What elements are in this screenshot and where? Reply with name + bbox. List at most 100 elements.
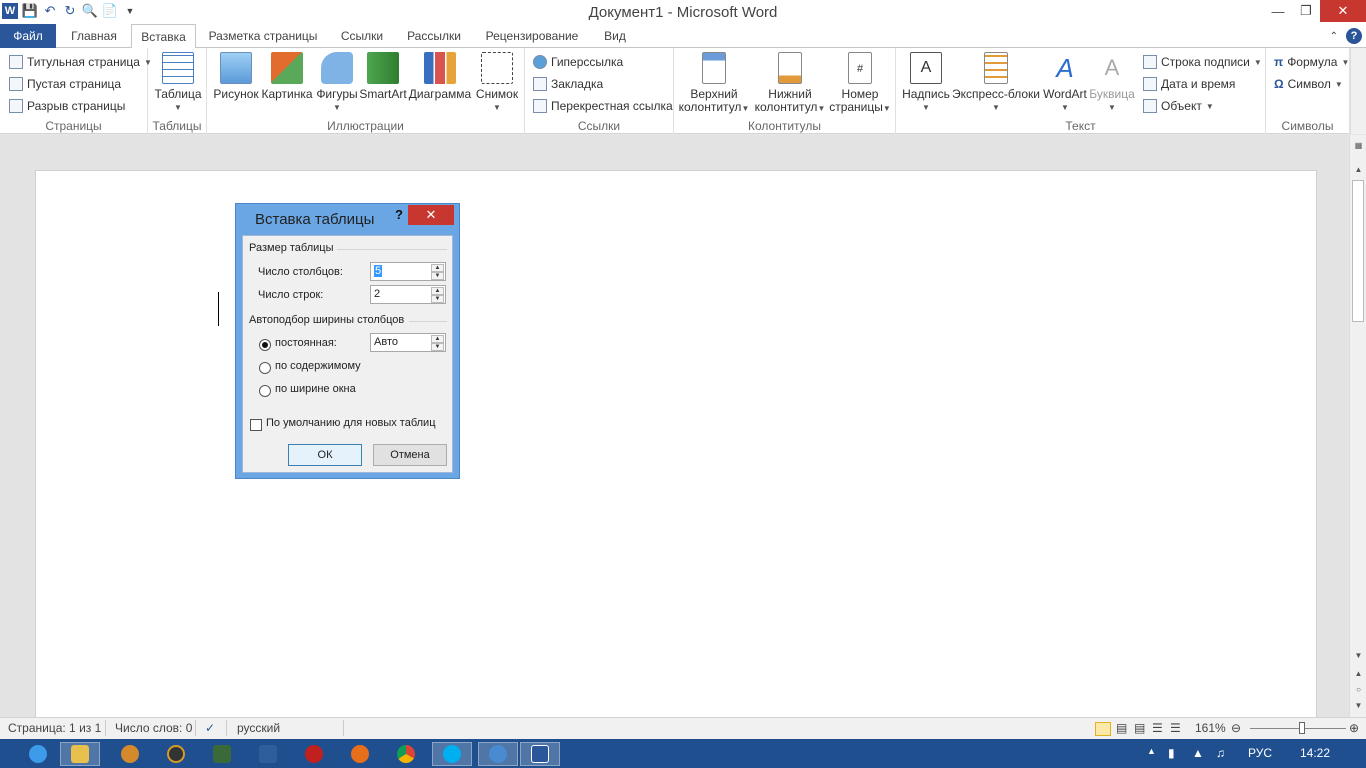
signature-line-button[interactable]: Строка подписи ▼ (1143, 55, 1262, 69)
symbol-button[interactable]: Ω Символ ▼ (1274, 77, 1343, 91)
full-screen-reading-icon[interactable]: ▤ (1116, 721, 1127, 735)
ok-button[interactable]: ОК (288, 444, 362, 466)
collapse-ribbon-icon[interactable]: ⌃ (1330, 31, 1338, 42)
columns-up-icon[interactable]: ▲ (431, 264, 444, 272)
clock[interactable]: 14:22 (1300, 746, 1330, 760)
zoom-level[interactable]: 161% (1195, 721, 1226, 735)
browse-object-icon[interactable]: ○ (1350, 685, 1366, 694)
default-for-new-tables-checkbox[interactable] (250, 419, 262, 431)
columns-value[interactable]: 5 (374, 265, 383, 277)
hyperlink-button[interactable]: Гиперссылка (533, 55, 623, 69)
app-icon-2[interactable] (156, 742, 196, 766)
restore-button[interactable]: ❐ (1292, 0, 1320, 22)
rows-down-icon[interactable]: ▼ (431, 295, 444, 303)
table-button[interactable]: Таблица ▼ (154, 52, 202, 114)
autofit-content-label[interactable]: по содержимому (275, 360, 361, 372)
quick-parts-button[interactable]: Экспресс-блоки ▼ (952, 52, 1040, 114)
page-number-button[interactable]: # Номер страницы▼ (828, 52, 892, 115)
rows-up-icon[interactable]: ▲ (431, 287, 444, 295)
autofit-window-radio[interactable] (259, 385, 271, 397)
tab-references[interactable]: Ссылки (332, 24, 392, 48)
tab-view[interactable]: Вид (594, 24, 636, 48)
next-page-icon[interactable]: ▼ (1350, 701, 1366, 710)
dropcap-button[interactable]: A Буквица ▼ (1089, 52, 1135, 114)
rows-value[interactable]: 2 (374, 288, 380, 300)
cover-page-button[interactable]: Титульная страница ▼ (9, 55, 152, 69)
dialog-help-button[interactable]: ? (389, 207, 409, 225)
web-layout-icon[interactable]: ▤ (1134, 721, 1145, 735)
outline-icon[interactable]: ☰ (1152, 721, 1163, 735)
wordart-button[interactable]: A WordArt ▼ (1042, 52, 1088, 114)
date-time-button[interactable]: Дата и время (1143, 77, 1235, 91)
draft-icon[interactable]: ☰ (1170, 721, 1181, 735)
explorer-icon[interactable] (60, 742, 100, 766)
previous-page-icon[interactable]: ▲ (1350, 669, 1366, 678)
equation-button[interactable]: π Формула ▼ (1274, 55, 1349, 69)
cancel-button[interactable]: Отмена (373, 444, 447, 466)
fixed-width-value[interactable]: Авто (374, 336, 398, 348)
blank-page-button[interactable]: Пустая страница (9, 77, 121, 91)
chart-button[interactable]: Диаграмма (408, 52, 472, 101)
header-button[interactable]: Верхний колонтитул▼ (678, 52, 750, 115)
bookmark-button[interactable]: Закладка (533, 77, 603, 91)
tab-review[interactable]: Рецензирование (476, 24, 588, 48)
autofit-window-label[interactable]: по ширине окна (275, 383, 356, 395)
columns-down-icon[interactable]: ▼ (431, 272, 444, 280)
page-break-button[interactable]: Разрыв страницы (9, 99, 125, 113)
proofing-icon[interactable]: ✓ (205, 721, 215, 735)
zoom-out-icon[interactable]: ⊖ (1231, 721, 1241, 735)
object-button[interactable]: Объект ▼ (1143, 99, 1214, 113)
tab-home[interactable]: Главная (60, 24, 128, 48)
device-icon[interactable]: ▮ (1168, 746, 1175, 760)
scroll-down-icon[interactable]: ▼ (1350, 651, 1366, 660)
fixed-width-label[interactable]: постоянная: (275, 337, 337, 349)
fixed-width-up-icon[interactable]: ▲ (431, 335, 444, 343)
autofit-content-radio[interactable] (259, 362, 271, 374)
show-hidden-icons-icon[interactable]: ▲ (1147, 746, 1156, 756)
fixed-width-spinner[interactable]: Авто ▲ ▼ (370, 333, 446, 352)
word-count[interactable]: Число слов: 0 (115, 721, 192, 735)
zoom-slider[interactable] (1250, 728, 1346, 729)
zoom-in-icon[interactable]: ⊕ (1349, 721, 1359, 735)
skype-icon[interactable] (432, 742, 472, 766)
columns-spinner[interactable]: 5 ▲ ▼ (370, 262, 446, 281)
tab-insert[interactable]: Вставка (131, 24, 196, 49)
close-window-button[interactable]: ✕ (1320, 0, 1366, 22)
screenshot-button[interactable]: Снимок ▼ (474, 52, 520, 114)
tab-file[interactable]: Файл (0, 24, 56, 48)
app-icon-1[interactable] (110, 742, 150, 766)
input-language[interactable]: РУС (1248, 746, 1272, 760)
fixed-width-radio[interactable] (259, 339, 271, 351)
footer-button[interactable]: Нижний колонтитул▼ (754, 52, 826, 115)
dialog-close-button[interactable]: ✕ (408, 205, 454, 225)
tab-page-layout[interactable]: Разметка страницы (200, 24, 326, 48)
shapes-button[interactable]: Фигуры ▼ (315, 52, 359, 114)
page-count[interactable]: Страница: 1 из 1 (8, 721, 101, 735)
ruler-toggle-icon[interactable]: ▦ (1350, 141, 1366, 150)
word-taskbar-icon[interactable] (520, 742, 560, 766)
print-layout-icon[interactable] (1095, 722, 1111, 736)
clipart-button[interactable]: Картинка (261, 52, 313, 101)
smartart-button[interactable]: SmartArt (359, 52, 407, 101)
cross-reference-button[interactable]: Перекрестная ссылка (533, 99, 673, 113)
scrollbar-thumb[interactable] (1352, 180, 1364, 322)
scroll-up-icon[interactable]: ▲ (1350, 165, 1366, 174)
app-icon-3[interactable] (202, 742, 242, 766)
volume-icon[interactable]: ♫ (1216, 746, 1225, 760)
help-icon[interactable]: ? (1346, 28, 1362, 44)
minimize-button[interactable]: — (1264, 0, 1292, 22)
app-icon-4[interactable] (248, 742, 288, 766)
document-page[interactable] (35, 170, 1317, 730)
tab-mailings[interactable]: Рассылки (398, 24, 470, 48)
ribbon-scroll[interactable] (1350, 48, 1366, 134)
app-icon-5[interactable] (294, 742, 334, 766)
textbox-button[interactable]: A Надпись ▼ (900, 52, 952, 114)
network-icon[interactable]: ▲ (1192, 746, 1204, 760)
default-for-new-tables-label[interactable]: По умолчанию для новых таблиц (266, 417, 436, 429)
chrome-icon[interactable] (386, 742, 426, 766)
rows-spinner[interactable]: 2 ▲ ▼ (370, 285, 446, 304)
language-indicator[interactable]: русский (237, 721, 280, 735)
help-app-icon[interactable] (478, 742, 518, 766)
zoom-slider-thumb[interactable] (1299, 722, 1305, 734)
picture-button[interactable]: Рисунок (213, 52, 259, 101)
